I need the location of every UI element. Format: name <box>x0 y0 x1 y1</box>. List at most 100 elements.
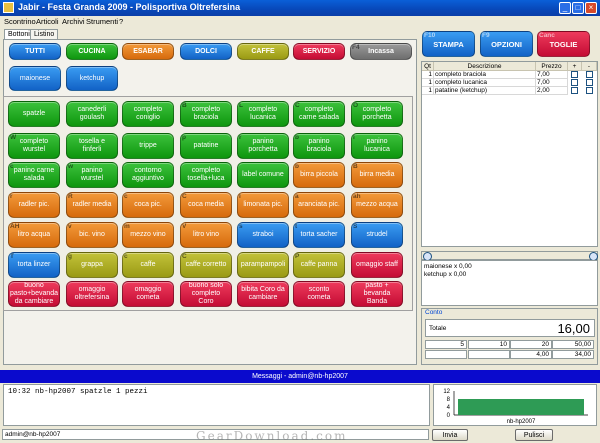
menu-articoli[interactable]: Articoli <box>36 17 59 26</box>
category-esabar-button[interactable]: ESABAR <box>122 43 174 60</box>
denomination-button[interactable]: 10 <box>468 340 510 349</box>
product-caffe-button[interactable]: c caffe <box>122 252 174 278</box>
menu-strumenti[interactable]: Strumenti <box>86 17 118 26</box>
increase-checkbox[interactable] <box>571 87 578 94</box>
order-qt-cell: 1 <box>422 79 434 87</box>
denomination-button[interactable]: 5 <box>425 340 467 349</box>
notes-list: maionese x 0,00 ketchup x 0,00 <box>421 260 598 306</box>
product-omaggio-cometa-button[interactable]: omaggio cometa <box>122 281 174 307</box>
product-strudel-button[interactable]: Sstrudel <box>351 222 403 248</box>
product-aranciata-pic-button[interactable]: a aranciata pic. <box>293 192 345 218</box>
product-label: torta sacher <box>300 231 338 238</box>
opzioni-button[interactable]: F9 OPZIONI <box>480 31 533 57</box>
product-caffe-panna-button[interactable]: Pcaffe panna <box>293 252 345 278</box>
send-button[interactable]: Invia <box>432 429 468 441</box>
category-incassa-button[interactable]: F4 Incassa <box>350 43 412 60</box>
maximize-button[interactable]: □ <box>572 2 584 14</box>
product-litro-vino-button[interactable]: Vlitro vino <box>180 222 232 248</box>
decrease-checkbox[interactable] <box>586 87 593 94</box>
product-label: aranciata pic. <box>298 201 340 208</box>
product-spatzle-button[interactable]: spatzle <box>8 101 60 127</box>
denomination-button[interactable]: 50,00 <box>552 340 594 349</box>
menu-scontrino[interactable]: Scontrino <box>4 17 36 26</box>
product-parampampoli-button[interactable]: parampampoli <box>237 252 289 278</box>
product-omaggio-oltrefersina-button[interactable]: omaggio oltrefersina <box>66 281 118 307</box>
note-label: maionese <box>19 74 51 82</box>
product-panino-braciola-button[interactable]: b panino braciola <box>293 133 345 159</box>
product-panino-carne-salada-button[interactable]: c panino carne salada <box>8 162 60 188</box>
product-panino-lucanica-button[interactable]: l panino lucanica <box>351 133 403 159</box>
notes-item: maionese x 0,00 <box>424 263 472 270</box>
clear-button[interactable]: Pulisci <box>515 429 553 441</box>
product-completo-wurstel-button[interactable]: Wcompleto wurstel <box>8 133 60 159</box>
product-label: bibita Coro da cambiare <box>241 286 285 301</box>
product-trippe-button[interactable]: trippe <box>122 133 174 159</box>
product-torta-sacher-button[interactable]: t torta sacher <box>293 222 345 248</box>
category-dolci-button[interactable]: DOLCI <box>180 43 232 60</box>
product-patatine-button[interactable]: p patatine <box>180 133 232 159</box>
menu-help[interactable]: ? <box>119 17 123 26</box>
product-completo-tosella-luca-button[interactable]: completo tosella+luca <box>180 162 232 188</box>
product-buono-pasto-bevanda-da-cambiare-button[interactable]: buono pasto+bevanda da cambiare <box>8 281 60 307</box>
window-title: Jabir - Festa Granda 2009 - Polisportiva… <box>18 2 241 12</box>
product-radler-pic-button[interactable]: r radler pic. <box>8 192 60 218</box>
product-label: coca pic. <box>134 201 162 208</box>
shortcut-label: t <box>295 223 298 230</box>
product-limonata-pic-button[interactable]: l limonata pic. <box>237 192 289 218</box>
category-tutti-button[interactable]: TUTTI <box>9 43 61 60</box>
toglie-button[interactable]: Canc TOGLIE <box>537 31 590 57</box>
product-label: radler media <box>72 201 112 208</box>
product-torta-linzer-button[interactable]: Ttorta linzer <box>8 252 60 278</box>
totale-value: 16,00 <box>557 321 590 336</box>
product-litro-acqua-button[interactable]: AH litro acqua <box>8 222 60 248</box>
product-completo-lucanica-button[interactable]: Lcompleto lucanica <box>237 101 289 127</box>
product-completo-porchetta-button[interactable]: Ocompleto porchetta <box>351 101 403 127</box>
product-caffe-corretto-button[interactable]: Ccaffe corretto <box>180 252 232 278</box>
note-maionese-button[interactable]: maionese <box>9 66 61 91</box>
product-mezzo-acqua-button[interactable]: ah mezzo acqua <box>351 192 403 218</box>
product-coca-media-button[interactable]: Ccoca media <box>180 192 232 218</box>
note-ketchup-button[interactable]: ketchup <box>66 66 118 91</box>
category-caffe-button[interactable]: CAFFE <box>237 43 289 60</box>
category-cucina-button[interactable]: CUCINA <box>66 43 118 60</box>
menu-archivi[interactable]: Archivi <box>62 17 85 26</box>
minimize-button[interactable]: _ <box>559 2 571 14</box>
product-bic-vino-button[interactable]: v bic. vino <box>66 222 118 248</box>
increase-checkbox[interactable] <box>571 79 578 86</box>
close-button[interactable]: × <box>585 2 597 14</box>
product-panino-porchetta-button[interactable]: r panino porchetta <box>237 133 289 159</box>
product-completo-carne-salada-button[interactable]: Ccompleto carne salada <box>293 101 345 127</box>
product-sconto-cometa-button[interactable]: sconto cometa <box>293 281 345 307</box>
decrease-checkbox[interactable] <box>586 71 593 78</box>
product-coca-pic-button[interactable]: c coca pic. <box>122 192 174 218</box>
product-buono-solo-completo-coro-button[interactable]: buono solo completo Coro <box>180 281 232 307</box>
product-tosella-e-finferli-button[interactable]: tosella e finferli <box>66 133 118 159</box>
shortcut-label: Canc <box>539 32 555 39</box>
product-contorno-aggiuntivo-button[interactable]: contorno aggiuntivo <box>122 162 174 188</box>
product-bibita-coro-da-cambiare-button[interactable]: bibita Coro da cambiare <box>237 281 289 307</box>
product-completo-braciola-button[interactable]: Bcompleto braciola <box>180 101 232 127</box>
product-label: litro vino <box>192 231 220 238</box>
stampa-button[interactable]: F10 STAMPA <box>422 31 475 57</box>
increase-checkbox[interactable] <box>571 71 578 78</box>
decrease-checkbox[interactable] <box>586 79 593 86</box>
product-grappa-button[interactable]: g grappa <box>66 252 118 278</box>
product-completo-coniglio-button[interactable]: completo coniglio <box>122 101 174 127</box>
category-servizio-button[interactable]: SERVIZIO <box>293 43 345 60</box>
product-canederli-goulash-button[interactable]: canederli goulash <box>66 101 118 127</box>
product-straboi-button[interactable]: s straboi <box>237 222 289 248</box>
product-omaggio-staff-button[interactable]: omaggio staff <box>351 252 403 278</box>
shortcut-label: F10 <box>424 32 436 39</box>
product-birra-piccola-button[interactable]: b birra piccola <box>293 162 345 188</box>
denomination-button[interactable]: 20 <box>510 340 552 349</box>
product-label-comune-button[interactable]: label comune <box>237 162 289 188</box>
product-radler-media-button[interactable]: Rradler media <box>66 192 118 218</box>
shortcut-label: c <box>10 163 14 170</box>
product-label: birra media <box>359 171 395 178</box>
product-mezzo-vino-button[interactable]: m mezzo vino <box>122 222 174 248</box>
product-pasto-bevanda-banda-button[interactable]: pasto + bevanda Banda <box>351 281 403 307</box>
order-price-cell: 2,00 <box>536 87 568 95</box>
shortcut-label: P <box>295 253 300 260</box>
product-birra-media-button[interactable]: Bbirra media <box>351 162 403 188</box>
product-panino-wurstel-button[interactable]: w panino wurstel <box>66 162 118 188</box>
